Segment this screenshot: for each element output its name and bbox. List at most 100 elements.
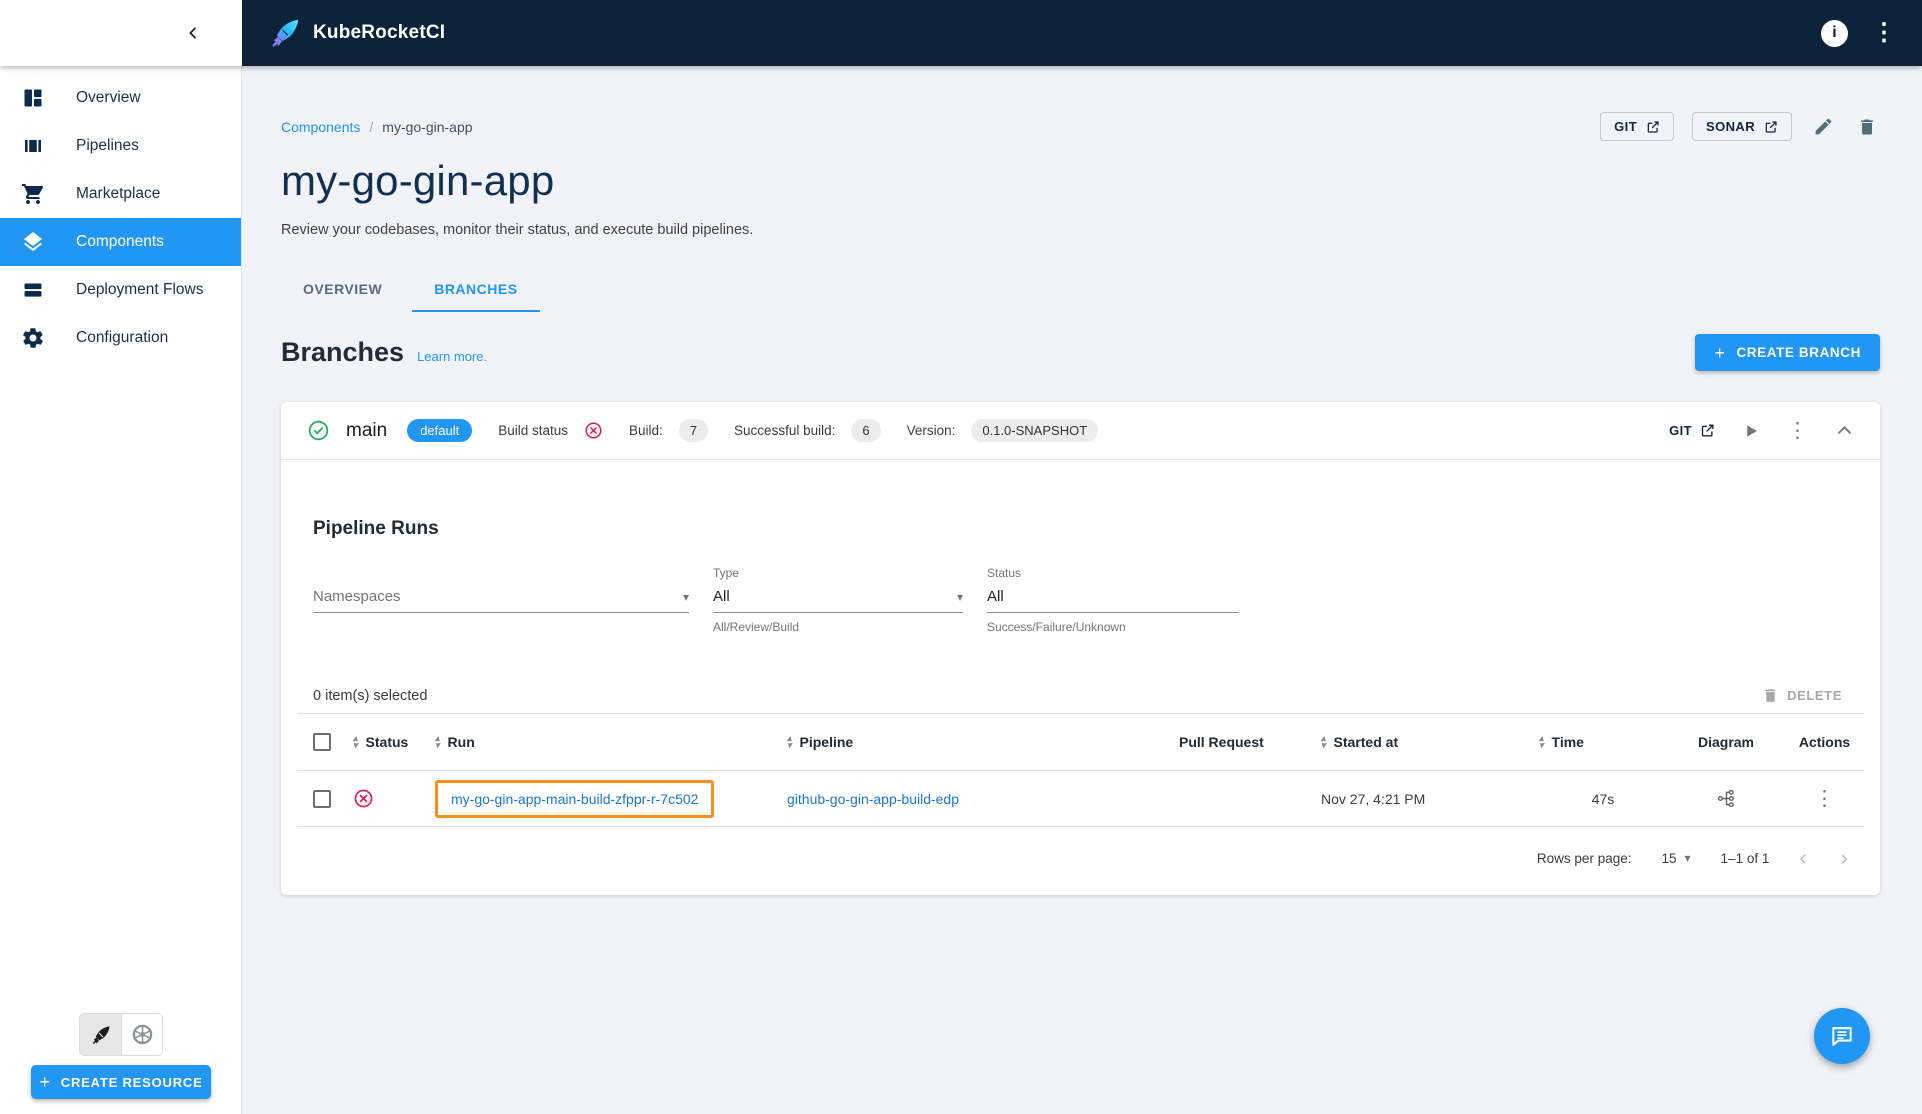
default-badge: default (407, 419, 473, 442)
sonar-button[interactable]: SONAR (1692, 112, 1792, 141)
diagram-icon[interactable] (1716, 788, 1737, 809)
sort-icon[interactable]: ▴ ▾ (1539, 734, 1544, 749)
sidebar-item-components[interactable]: Components (0, 218, 241, 266)
breadcrumb-components-link[interactable]: Components (281, 119, 360, 135)
view-toggle-group (79, 1013, 163, 1056)
rocket-logo-icon (268, 16, 302, 50)
tab-branches[interactable]: BRANCHES (412, 268, 540, 312)
type-helper-text: All/Review/Build (713, 620, 800, 634)
breadcrumb-current: my-go-gin-app (382, 118, 473, 135)
sidebar-collapse-button[interactable] (178, 18, 208, 48)
delete-selected-button[interactable]: DELETE (1756, 686, 1848, 705)
type-label: Type (713, 566, 740, 580)
column-header-started-at[interactable]: ▴ ▾ Started at (1321, 734, 1539, 750)
shopping-cart-icon (21, 182, 45, 206)
branch-name: main (346, 419, 388, 441)
sort-icon[interactable]: ▴ ▾ (787, 734, 792, 749)
info-icon[interactable]: i (1821, 19, 1848, 47)
column-header-status[interactable]: ▴ ▾ Status (353, 734, 435, 750)
table-header-row: ▴ ▾ Status ▴ ▾ Run ▴ ▾ Pipeline Pull Reques… (297, 714, 1864, 771)
previous-page-button[interactable]: ‹ (1799, 847, 1806, 869)
git-button[interactable]: GIT (1600, 112, 1675, 141)
caret-down-icon: ▾ (1684, 851, 1691, 865)
page-subtitle: Review your codebases, monitor their sta… (281, 222, 754, 238)
namespaces-label (313, 566, 689, 588)
sidebar-item-label: Overview (76, 89, 141, 106)
row-checkbox[interactable] (313, 789, 331, 808)
build-count-badge: 7 (678, 419, 709, 442)
successful-build-count-badge: 6 (851, 419, 881, 442)
select-all-checkbox[interactable] (313, 733, 331, 751)
build-label: Build: (629, 423, 663, 438)
delete-component-button[interactable] (1854, 114, 1880, 140)
sidebar-item-deployment-flows[interactable]: Deployment Flows (0, 266, 241, 314)
sidebar-item-configuration[interactable]: Configuration (0, 314, 241, 362)
type-value: All (713, 588, 730, 605)
sidebar-item-pipelines[interactable]: Pipelines (0, 122, 241, 170)
run-link[interactable]: my-go-gin-app-main-build-zfppr-r-7c502 (451, 791, 698, 807)
gear-icon (21, 326, 45, 350)
sidebar-item-marketplace[interactable]: Marketplace (0, 170, 241, 218)
column-header-run[interactable]: ▴ ▾ Run (435, 734, 787, 750)
sort-icon[interactable]: ▴ ▾ (353, 734, 358, 749)
sonar-button-label: SONAR (1706, 119, 1755, 134)
page-actions: GIT SONAR (1600, 112, 1880, 141)
rows-per-page-label: Rows per page: (1536, 850, 1632, 866)
status-value: All (987, 588, 1004, 605)
column-header-pull-request: Pull Request (1179, 734, 1264, 750)
trash-icon (1762, 687, 1779, 704)
sidebar-header (0, 0, 242, 66)
kuberocketci-view-toggle[interactable] (80, 1014, 121, 1055)
success-status-icon (307, 419, 330, 442)
plus-icon: + (39, 1072, 51, 1092)
error-status-icon (353, 788, 374, 809)
next-page-button[interactable]: › (1841, 847, 1848, 869)
branch-kebab-icon[interactable]: ⋮ (1787, 420, 1808, 441)
breadcrumb-separator: / (369, 118, 374, 135)
kubernetes-view-toggle[interactable] (121, 1014, 162, 1055)
namespaces-select[interactable]: Namespaces ▾ (313, 566, 689, 634)
error-status-icon (584, 421, 603, 440)
collapse-branch-icon[interactable] (1835, 421, 1854, 440)
sort-icon[interactable]: ▴ ▾ (435, 734, 440, 749)
rocket-icon (90, 1024, 112, 1046)
branch-details: Pipeline Runs Namespaces ▾ Type All ▾ Al… (281, 460, 1880, 895)
selection-count-text: 0 item(s) selected (313, 687, 428, 704)
create-branch-label: CREATE BRANCH (1736, 345, 1861, 360)
create-resource-button[interactable]: + CREATE RESOURCE (31, 1065, 211, 1099)
chat-fab-button[interactable] (1814, 1008, 1870, 1064)
pipeline-link[interactable]: github-go-gin-app-build-edp (787, 791, 959, 807)
navbar-kebab-icon[interactable]: ⋮ (1872, 21, 1896, 45)
app-top-bar: KubeRocketCI i ⋮ (0, 0, 1922, 66)
branch-accordion-header[interactable]: main default Build status Build: 7 Succe… (281, 402, 1880, 460)
type-select[interactable]: Type All ▾ All/Review/Build (713, 566, 963, 634)
rows-per-page-value: 15 (1661, 850, 1677, 866)
branch-git-link[interactable]: GIT (1669, 423, 1715, 438)
pagination-range-text: 1–1 of 1 (1720, 850, 1770, 866)
column-header-time[interactable]: ▴ ▾ Time (1539, 734, 1667, 750)
row-actions-kebab-icon[interactable]: ⋮ (1814, 788, 1835, 809)
rows-per-page-select[interactable]: 15 ▾ (1661, 851, 1690, 866)
plus-icon: + (1714, 342, 1726, 363)
create-resource-label: CREATE RESOURCE (60, 1074, 203, 1090)
brand[interactable]: KubeRocketCI (268, 16, 445, 50)
learn-more-link[interactable]: Learn more. (417, 349, 487, 364)
external-link-icon (1646, 120, 1660, 134)
tab-overview[interactable]: OVERVIEW (281, 268, 404, 312)
column-header-pipeline[interactable]: ▴ ▾ Pipeline (787, 734, 1179, 750)
pipelines-icon (21, 134, 45, 158)
table-toolbar: 0 item(s) selected DELETE (297, 678, 1864, 714)
sidebar-item-overview[interactable]: Overview (0, 74, 241, 122)
sidebar: Overview Pipelines Marketplace Component… (0, 66, 242, 1114)
dashboard-icon (21, 86, 45, 110)
edit-button[interactable] (1810, 114, 1836, 140)
chat-icon (1829, 1023, 1855, 1049)
status-select[interactable]: Status All Success/Failure/Unknown (987, 566, 1239, 634)
sort-icon[interactable]: ▴ ▾ (1321, 734, 1326, 749)
create-branch-button[interactable]: + CREATE BRANCH (1695, 334, 1880, 371)
navbar: KubeRocketCI i ⋮ (242, 0, 1922, 66)
sidebar-item-label: Marketplace (76, 185, 161, 202)
delete-label: DELETE (1787, 688, 1842, 703)
table-row: my-go-gin-app-main-build-zfppr-r-7c502 g… (297, 771, 1864, 827)
trigger-build-button[interactable] (1742, 422, 1760, 440)
